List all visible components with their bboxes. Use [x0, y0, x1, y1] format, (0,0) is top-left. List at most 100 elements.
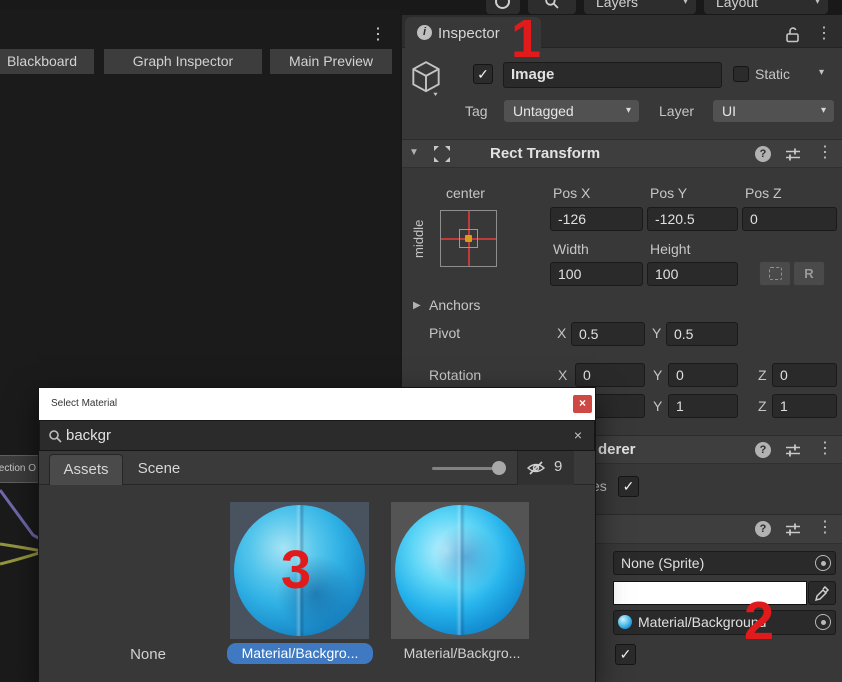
rotation-y-axis-label: Y [653, 367, 662, 383]
static-dropdown-icon[interactable]: ▾ [819, 67, 824, 78]
material-item-label[interactable]: Material/Backgro... [389, 645, 535, 661]
scale-z-field[interactable]: 1 [772, 394, 837, 418]
help-icon[interactable]: ? [755, 146, 771, 162]
pivot-x-axis-label: X [557, 325, 566, 341]
info-icon: i [417, 25, 432, 40]
tab-assets[interactable]: Assets [49, 454, 123, 485]
anchor-preset-widget[interactable] [440, 210, 497, 267]
layer-dropdown[interactable]: UI ▾ [713, 100, 834, 122]
material-results-grid: None Material/Backgro... Material/Backgr… [39, 485, 595, 682]
active-checkbox[interactable]: ✓ [473, 64, 493, 84]
search-icon [544, 0, 559, 9]
canvas-renderer-title-fragment: derer [598, 441, 636, 458]
sprite-object-picker-icon[interactable] [815, 555, 831, 571]
width-label: Width [553, 241, 589, 257]
layers-dropdown-label: Layers [584, 0, 638, 10]
hidden-packages-toggle[interactable]: 9 [517, 451, 574, 485]
canvas-renderer-kebab-icon[interactable]: ⋮ [817, 441, 833, 457]
presets-icon[interactable] [785, 147, 801, 162]
layer-label: Layer [659, 103, 694, 119]
material-search-bar[interactable]: backgr × [39, 420, 595, 451]
foldout-collapsed-icon[interactable]: ▶ [413, 300, 421, 311]
material-item-none[interactable]: None [101, 646, 195, 663]
dialog-tab-bar: Assets Scene 9 [39, 451, 595, 485]
anchor-vertical-label: middle [411, 211, 426, 267]
material-preview-sphere [395, 505, 525, 635]
image-component-kebab-icon[interactable]: ⋮ [817, 520, 833, 536]
static-checkbox[interactable] [733, 66, 749, 82]
rotation-x-field[interactable]: 0 [575, 363, 645, 387]
pos-z-field[interactable]: 0 [742, 207, 837, 231]
main-preview-button[interactable]: Main Preview [270, 49, 392, 74]
scale-z-axis-label: Z [758, 398, 767, 414]
annotation-step-3: 3 [281, 543, 311, 597]
dialog-titlebar[interactable]: Select Material × [39, 388, 595, 420]
raycast-target-checkbox[interactable]: ✓ [615, 644, 636, 665]
rotation-y-field[interactable]: 0 [668, 363, 738, 387]
pivot-y-axis-label: Y [652, 325, 661, 341]
width-field[interactable]: 100 [550, 262, 643, 286]
close-icon[interactable]: × [573, 395, 592, 413]
layout-dropdown[interactable]: Layout ▾ [704, 0, 828, 14]
presets-icon[interactable] [785, 443, 801, 458]
material-thumbnail[interactable] [391, 502, 529, 639]
material-object-field[interactable]: Material/Background [613, 610, 836, 635]
height-field[interactable]: 100 [647, 262, 738, 286]
chevron-down-icon: ▾ [626, 100, 631, 122]
chevron-down-icon: ▾ [815, 0, 820, 14]
blueprint-icon [769, 267, 782, 280]
rotation-x-axis-label: X [558, 367, 567, 383]
help-icon[interactable]: ? [755, 521, 771, 537]
sprite-object-field[interactable]: None (Sprite) [613, 551, 836, 575]
layers-dropdown[interactable]: Layers ▾ [584, 0, 696, 14]
color-swatch[interactable] [613, 581, 807, 605]
gameobject-cube-icon[interactable] [408, 59, 444, 97]
clear-search-icon[interactable]: × [574, 427, 582, 443]
rect-transform-kebab-icon[interactable]: ⋮ [817, 145, 833, 161]
tag-value: Untagged [513, 103, 574, 119]
rect-transform-title: Rect Transform [490, 145, 600, 162]
layer-value: UI [722, 103, 736, 119]
slider-thumb[interactable] [492, 461, 506, 475]
pos-y-field[interactable]: -120.5 [647, 207, 738, 231]
graph-wires [0, 440, 42, 682]
scale-y-axis-label: Y [653, 398, 662, 414]
tag-dropdown[interactable]: Untagged ▾ [504, 100, 639, 122]
pos-x-field[interactable]: -126 [550, 207, 643, 231]
material-object-picker-icon[interactable] [815, 614, 831, 630]
search-input-value[interactable]: backgr [66, 427, 111, 444]
dialog-title: Select Material [51, 398, 117, 409]
pos-y-label: Pos Y [650, 185, 687, 201]
tab-scene[interactable]: Scene [127, 454, 191, 485]
anchor-pivot-dot [465, 235, 472, 242]
inspector-tab-label: Inspector [438, 25, 500, 42]
graph-inspector-button[interactable]: Graph Inspector [104, 49, 262, 74]
presets-icon[interactable] [785, 522, 801, 537]
material-item-label-selected[interactable]: Material/Backgro... [227, 643, 373, 664]
search-icon [48, 429, 62, 443]
height-label: Height [650, 241, 690, 257]
thumbnail-size-slider[interactable] [432, 467, 500, 470]
foldout-open-icon[interactable]: ▼ [409, 147, 419, 158]
blueprint-mode-button[interactable] [759, 261, 791, 286]
graph-kebab-menu-icon[interactable]: ⋮ [370, 24, 386, 44]
inspector-kebab-menu-icon[interactable]: ⋮ [816, 26, 832, 42]
rect-transform-header[interactable] [402, 139, 842, 168]
help-icon[interactable]: ? [755, 442, 771, 458]
eye-slash-icon [526, 460, 546, 476]
blackboard-button[interactable]: Blackboard [0, 49, 94, 74]
eyedropper-icon [814, 586, 830, 602]
pivot-y-field[interactable]: 0.5 [666, 322, 738, 346]
anchor-horizontal-label: center [446, 185, 485, 201]
annotation-step-1: 1 [511, 12, 541, 66]
raw-edit-mode-button[interactable]: R [793, 261, 825, 286]
tag-label: Tag [465, 103, 488, 119]
eyedropper-button[interactable] [808, 581, 836, 605]
scale-y-field[interactable]: 1 [668, 394, 738, 418]
unlock-icon[interactable] [785, 26, 800, 43]
select-material-dialog: Select Material × backgr × Assets Scene … [38, 387, 596, 682]
pivot-x-field[interactable]: 0.5 [571, 322, 645, 346]
rotation-z-field[interactable]: 0 [772, 363, 837, 387]
sprite-field-value: None (Sprite) [621, 555, 704, 571]
renderer-property-checkbox[interactable]: ✓ [618, 476, 639, 497]
